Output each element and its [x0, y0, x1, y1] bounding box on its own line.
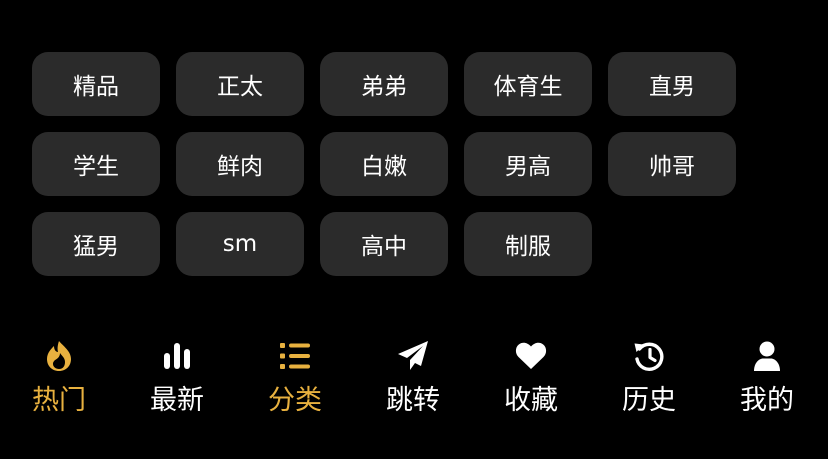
tag-chip[interactable]: 鲜肉: [176, 132, 304, 196]
bar-chart-icon: [161, 340, 193, 372]
tag-chip[interactable]: 男高: [464, 132, 592, 196]
tag-chip[interactable]: 高中: [320, 212, 448, 276]
tab-latest[interactable]: 最新: [118, 340, 236, 424]
bottom-tab-bar: 热门 最新 分类 跳转 收藏 历史 我的: [0, 340, 828, 430]
tag-chip[interactable]: 精品: [32, 52, 160, 116]
tag-chip[interactable]: sm: [176, 212, 304, 276]
tab-profile[interactable]: 我的: [708, 340, 826, 424]
paper-plane-icon: [397, 340, 429, 372]
tab-label: 我的: [740, 385, 794, 416]
tab-hot[interactable]: 热门: [0, 340, 118, 424]
tag-chip[interactable]: 正太: [176, 52, 304, 116]
tab-jump[interactable]: 跳转: [354, 340, 472, 424]
tag-chip[interactable]: 直男: [608, 52, 736, 116]
tab-label: 分类: [268, 385, 322, 416]
history-icon: [633, 340, 665, 372]
tag-chip[interactable]: 体育生: [464, 52, 592, 116]
tag-chip[interactable]: 白嫩: [320, 132, 448, 196]
tag-chip[interactable]: 弟弟: [320, 52, 448, 116]
tag-chip[interactable]: 帅哥: [608, 132, 736, 196]
list-icon: [279, 340, 311, 372]
heart-icon: [515, 340, 547, 372]
fire-icon: [43, 340, 75, 372]
tab-favorites[interactable]: 收藏: [472, 340, 590, 424]
category-tag-grid: 精品 正太 弟弟 体育生 直男 学生 鲜肉 白嫩 男高 帅哥 猛男 sm 高中 …: [32, 52, 752, 276]
tag-chip[interactable]: 猛男: [32, 212, 160, 276]
user-icon: [751, 340, 783, 372]
tab-label: 最新: [150, 385, 204, 416]
tag-chip[interactable]: 学生: [32, 132, 160, 196]
tab-category[interactable]: 分类: [236, 340, 354, 424]
tab-history[interactable]: 历史: [590, 340, 708, 424]
tab-label: 历史: [622, 385, 676, 416]
tag-chip[interactable]: 制服: [464, 212, 592, 276]
tab-label: 跳转: [386, 385, 440, 416]
tab-label: 收藏: [504, 385, 558, 416]
tab-label: 热门: [32, 385, 86, 416]
